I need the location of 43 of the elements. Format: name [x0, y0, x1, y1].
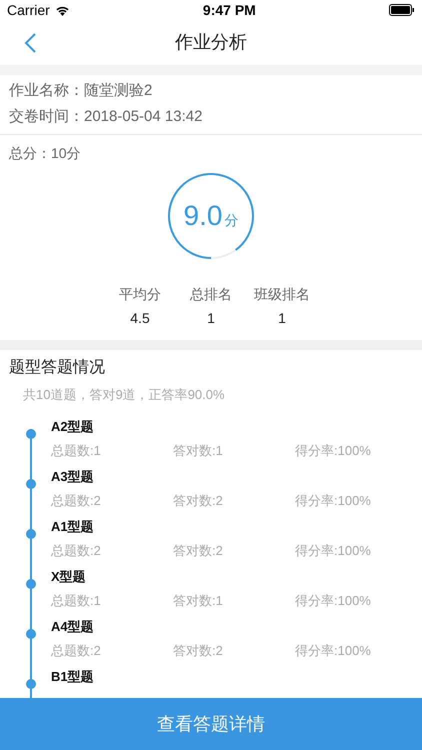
- stat-label: 班级排名: [254, 285, 310, 304]
- back-icon[interactable]: [24, 32, 37, 52]
- screen-title: 作业分析: [175, 31, 247, 54]
- question-type: B1型题: [51, 669, 94, 684]
- stat-value: 4.5: [130, 309, 150, 328]
- field-value: 2018-05-04 13:42: [84, 107, 202, 127]
- stat-value: 1: [207, 309, 215, 328]
- view-details-button[interactable]: 查看答题详情: [0, 698, 422, 750]
- carrier-label: Carrier: [7, 0, 50, 20]
- total-count: 总题数:2: [51, 493, 101, 508]
- stat-label: 平均分: [119, 285, 161, 304]
- score-rate: 得分率:100%: [295, 543, 371, 558]
- correct-count: 答对数:1: [173, 443, 223, 458]
- stat-label: 总排名: [190, 285, 232, 304]
- total-count: 总题数:1: [51, 593, 101, 608]
- score-rate: 得分率:100%: [295, 593, 371, 608]
- question-type: A4型题: [51, 619, 94, 634]
- field-label: 作业名称：: [9, 81, 84, 101]
- correct-count: 答对数:2: [173, 543, 223, 558]
- question-type: A1型题: [51, 519, 94, 534]
- battery-icon: [388, 4, 415, 16]
- question-type: A3型题: [51, 469, 94, 484]
- score-unit: 分: [224, 211, 238, 230]
- wifi-icon: [54, 4, 70, 16]
- summary-text: 共10道题，答对9道，正答率90.0%: [23, 387, 225, 402]
- field-label: 交卷时间：: [9, 107, 84, 127]
- score-rate: 得分率:100%: [295, 643, 371, 658]
- total-score: 总分：10分: [8, 144, 82, 163]
- correct-count: 答对数:1: [173, 593, 223, 608]
- score-rate: 得分率:100%: [295, 443, 371, 458]
- correct-count: 答对数:2: [173, 643, 223, 658]
- stat-value: 1: [278, 309, 286, 328]
- total-count: 总题数:2: [51, 543, 101, 558]
- correct-count: 答对数:2: [173, 493, 223, 508]
- question-type: A2型题: [51, 419, 94, 434]
- score-rate: 得分率:100%: [295, 493, 371, 508]
- total-count: 总题数:2: [51, 643, 101, 658]
- score-value: 9.0: [184, 199, 222, 233]
- section-title: 题型答题情况: [8, 358, 106, 378]
- total-count: 总题数:1: [51, 443, 101, 458]
- field-value: 随堂测验2: [84, 81, 152, 101]
- status-time: 9:47 PM: [202, 0, 256, 20]
- question-type: X型题: [51, 569, 86, 584]
